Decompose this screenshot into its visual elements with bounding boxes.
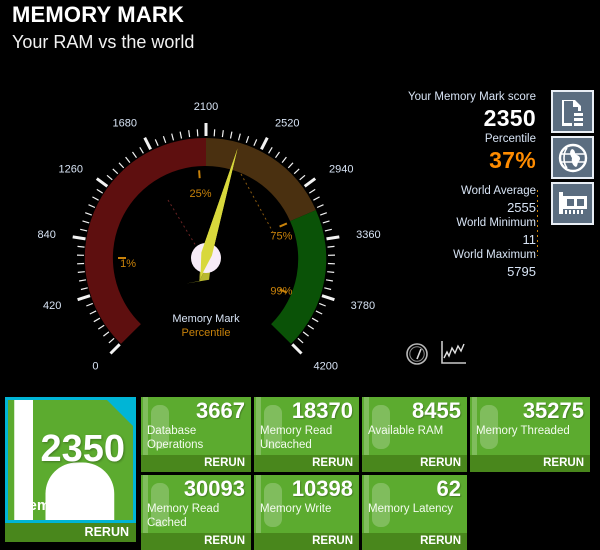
gauge-icon[interactable] bbox=[405, 342, 429, 371]
score-label: Your Memory Mark score bbox=[407, 91, 536, 103]
gauge-tick-label: 1680 bbox=[113, 118, 137, 130]
tile-label: Memory Threaded bbox=[476, 425, 570, 437]
tile-label: Memory Read Cached bbox=[147, 503, 220, 529]
line-chart-icon[interactable] bbox=[439, 340, 467, 371]
rerun-button[interactable]: RERUN bbox=[470, 455, 590, 472]
gauge-percentile-label: 75% bbox=[270, 231, 292, 243]
benchmark-tiles: 2350 Memory Mark RERUN 3667 Database Oper… bbox=[0, 396, 600, 550]
tile-value: 30093 bbox=[183, 476, 245, 501]
gauge-tick-label: 4200 bbox=[314, 361, 338, 373]
world-maximum-block: World Maximum 5795 bbox=[398, 248, 594, 280]
score-value: 2350 bbox=[483, 105, 536, 131]
world-average-value: 2555 bbox=[507, 200, 536, 215]
gauge-tick-label: 1260 bbox=[59, 164, 83, 176]
tile-memory-read-uncached[interactable]: 18370 Memory Read Uncached bbox=[254, 397, 359, 455]
rerun-button[interactable]: RERUN bbox=[362, 455, 467, 472]
gauge-tick-label: 3360 bbox=[356, 229, 380, 241]
rerun-button[interactable]: RERUN bbox=[141, 533, 251, 550]
tile-memory-mark[interactable]: 2350 Memory Mark bbox=[5, 397, 136, 523]
gauge-percentile-label: 25% bbox=[189, 188, 211, 200]
memory-mark-panel: MEMORY MARK Your RAM vs the world 0 420 84… bbox=[0, 0, 600, 550]
percentile-value: 37% bbox=[489, 147, 536, 173]
tile-label: Memory Mark bbox=[16, 497, 113, 514]
gauge-tick-label: 3780 bbox=[351, 300, 375, 312]
world-minimum-label: World Minimum bbox=[456, 217, 536, 229]
memory-mark-gauge: 0 420 840 1260 1680 2100 2520 2940 3360 3780 4200 … bbox=[10, 82, 390, 382]
tile-value: 8455 bbox=[412, 398, 461, 423]
tile-value: 2350 bbox=[40, 428, 125, 470]
tile-memory-latency[interactable]: 62 Memory Latency bbox=[362, 475, 467, 533]
tile-label: Memory Write bbox=[260, 503, 332, 515]
gauge-caption-2: Percentile bbox=[182, 327, 231, 339]
tile-corner-marker bbox=[107, 400, 133, 426]
world-maximum-value: 5795 bbox=[507, 264, 536, 279]
tile-label: Database Operations bbox=[147, 425, 204, 451]
gauge-tick-label: 420 bbox=[43, 300, 61, 312]
tile-label: Available RAM bbox=[368, 425, 444, 437]
rerun-button[interactable]: RERUN bbox=[254, 533, 359, 550]
page-subtitle: Your RAM vs the world bbox=[12, 32, 195, 52]
gauge-tick-label: 0 bbox=[92, 361, 98, 373]
tile-value: 62 bbox=[436, 476, 461, 501]
gauge-tick-label: 840 bbox=[38, 229, 56, 241]
dotted-divider bbox=[537, 190, 538, 256]
tile-value: 3667 bbox=[196, 398, 245, 423]
tile-value: 10398 bbox=[291, 476, 353, 501]
world-maximum-label: World Maximum bbox=[453, 249, 536, 261]
rerun-button[interactable]: RERUN bbox=[254, 455, 359, 472]
globe-icon[interactable] bbox=[551, 136, 594, 179]
tile-value: 18370 bbox=[291, 398, 353, 423]
rerun-button[interactable]: RERUN bbox=[362, 533, 467, 550]
tile-available-ram[interactable]: 8455 Available RAM bbox=[362, 397, 467, 455]
tile-label: Memory Read Uncached bbox=[260, 425, 333, 451]
rerun-button[interactable]: RERUN bbox=[141, 455, 251, 472]
tile-memory-threaded[interactable]: 35275 Memory Threaded bbox=[470, 397, 590, 455]
icon-stack bbox=[551, 90, 595, 228]
page-title: MEMORY MARK bbox=[12, 2, 185, 27]
gauge-tick-label: 2100 bbox=[194, 101, 218, 113]
memory-document-icon[interactable] bbox=[551, 90, 594, 133]
gauge-tick-label: 2940 bbox=[329, 164, 353, 176]
rerun-button-memory-mark[interactable]: RERUN bbox=[5, 523, 136, 542]
tile-database-operations[interactable]: 3667 Database Operations bbox=[141, 397, 251, 455]
tile-memory-read-cached[interactable]: 30093 Memory Read Cached bbox=[141, 475, 251, 533]
percentile-label: Percentile bbox=[484, 133, 536, 145]
gauge-percentile-label: 1% bbox=[120, 258, 136, 270]
world-average-label: World Average bbox=[460, 185, 536, 197]
memory-card-icon[interactable] bbox=[551, 182, 594, 225]
gauge-caption-1: Memory Mark bbox=[172, 313, 240, 325]
small-icon-row bbox=[405, 340, 467, 371]
tile-memory-write[interactable]: 10398 Memory Write bbox=[254, 475, 359, 533]
world-minimum-value: 11 bbox=[522, 232, 537, 247]
gauge-tick-label: 2520 bbox=[275, 118, 299, 130]
gauge-percentile-label: 99% bbox=[270, 286, 292, 298]
tile-value: 35275 bbox=[522, 398, 584, 423]
tile-label: Memory Latency bbox=[368, 503, 454, 515]
header: MEMORY MARK Your RAM vs the world bbox=[12, 2, 194, 54]
